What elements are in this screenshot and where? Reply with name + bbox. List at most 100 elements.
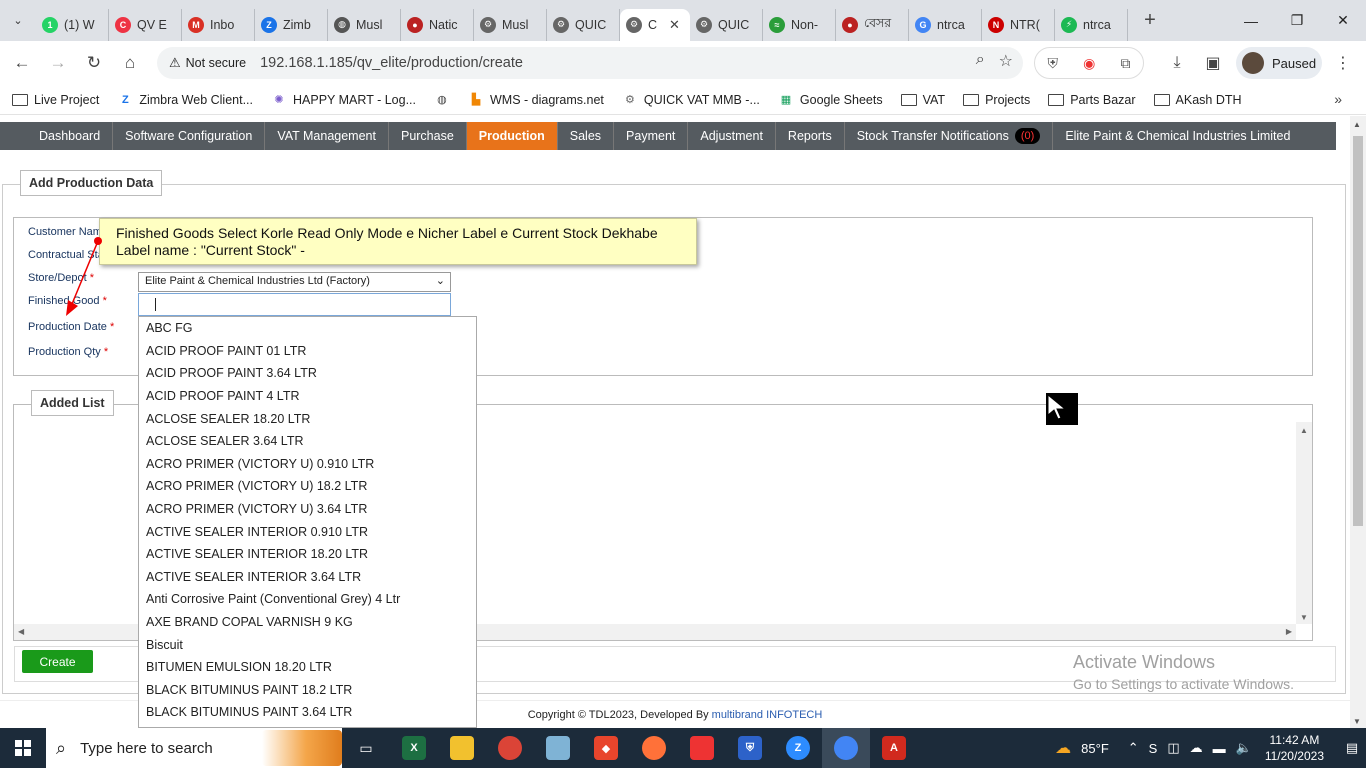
taskbar-clock[interactable]: 11:42 AM 11/20/2023 [1265, 732, 1324, 764]
nav-item[interactable]: Sales [558, 122, 615, 150]
dropdown-option[interactable]: ACID PROOF PAINT 4 LTR [139, 385, 476, 408]
volume-icon[interactable]: 🔈 [1236, 740, 1252, 756]
dropdown-option[interactable]: ABC FG [139, 317, 476, 340]
browser-tab[interactable]: M Inbo [182, 8, 255, 41]
minimize-button[interactable]: — [1228, 0, 1274, 41]
browser-tab[interactable]: ⚙ Musl [474, 8, 547, 41]
nav-item[interactable]: Production [466, 122, 558, 150]
scroll-up-icon[interactable]: ▲ [1300, 426, 1308, 435]
back-arrow-icon[interactable]: ← [4, 45, 40, 81]
nav-item[interactable]: Software Configuration [113, 122, 266, 150]
battery-icon[interactable]: ▬ [1213, 741, 1226, 756]
browser-tab[interactable]: ≈ Non- [763, 8, 836, 41]
bookmark-item[interactable]: ⚙ QUICK VAT MMB -... [622, 93, 760, 107]
notification-center-icon[interactable]: ▤ [1338, 728, 1366, 768]
chrome-active-app-icon[interactable] [822, 728, 870, 768]
browser-tab[interactable]: ⚙ QUIC [547, 8, 620, 41]
bookmark-item[interactable]: ✺ HAPPY MART - Log... [271, 93, 416, 107]
bookmark-star-icon[interactable]: ☆ [999, 51, 1013, 71]
browser-tab[interactable]: Gntrca [909, 8, 982, 41]
notepad-app-icon[interactable] [534, 728, 582, 768]
dropdown-option[interactable]: ACRO PRIMER (VICTORY U) 3.64 LTR [139, 498, 476, 521]
browser-tab[interactable]: ● বেসর [836, 8, 909, 41]
onedrive-icon[interactable]: ☁ [1190, 740, 1203, 756]
dropdown-option[interactable]: ACTIVE SEALER INTERIOR 18.20 LTR [139, 543, 476, 566]
bookmark-item[interactable]: Parts Bazar [1048, 93, 1136, 107]
dropdown-option[interactable]: ACID PROOF PAINT 3.64 LTR [139, 362, 476, 385]
red-extension-icon[interactable]: ◉ [1083, 55, 1095, 72]
new-tab-button[interactable]: + [1136, 7, 1164, 35]
close-tab-icon[interactable]: ✕ [669, 17, 680, 33]
chrome-app-icon[interactable] [486, 728, 534, 768]
profile-paused-button[interactable]: Paused [1236, 47, 1322, 79]
dropdown-option[interactable]: Anti Corrosive Paint (Conventional Grey)… [139, 588, 476, 611]
page-scroll-thumb[interactable] [1353, 136, 1363, 526]
dropdown-option[interactable]: AXE BRAND COPAL VARNISH 9 KG [139, 611, 476, 634]
zoom-icon[interactable]: ⌕ [976, 51, 985, 71]
close-window-button[interactable]: ✕ [1320, 0, 1366, 41]
browser-tab[interactable]: ● Natic [401, 8, 474, 41]
puzzle-extension-icon[interactable]: ⧉ [1120, 55, 1130, 72]
page-vertical-scrollbar[interactable]: ▲ ▼ [1350, 116, 1366, 728]
browser-tab[interactable]: Z Zimb [255, 8, 328, 41]
dropdown-option[interactable]: BLACK BITUMINUS PAINT 3.64 LTR [139, 701, 476, 724]
bookmark-item[interactable]: AKash DTH [1153, 93, 1242, 107]
address-bar[interactable]: ⚠ Not secure 192.168.1.185/qv_elite/prod… [157, 47, 1023, 79]
dropdown-option[interactable]: ACTIVE SEALER INTERIOR 0.910 LTR [139, 520, 476, 543]
dropdown-option[interactable]: ACLOSE SEALER 18.20 LTR [139, 407, 476, 430]
bookmark-item[interactable]: ◍ [434, 93, 450, 107]
bookmark-item[interactable]: Live Project [12, 93, 99, 107]
weather-temp[interactable]: 85°F [1081, 741, 1109, 756]
scroll-right-icon[interactable]: ▶ [1286, 627, 1292, 636]
zoom-app-icon[interactable]: Z [774, 728, 822, 768]
url-text[interactable]: 192.168.1.185/qv_elite/production/create [260, 55, 523, 71]
dropdown-option[interactable]: ACID PROOF PAINT 01 LTR [139, 340, 476, 363]
download-icon[interactable]: ⤓ [1163, 49, 1191, 77]
finished-good-search-input[interactable] [138, 293, 451, 316]
create-button[interactable]: Create [22, 650, 93, 673]
weather-icon[interactable]: ☁ [1055, 738, 1071, 758]
firefox-app-icon[interactable] [630, 728, 678, 768]
side-panel-icon[interactable]: ▣ [1199, 49, 1227, 77]
meet-icon[interactable]: ◫ [1167, 740, 1179, 756]
scroll-left-icon[interactable]: ◀ [18, 627, 24, 636]
anydesk-app-icon[interactable]: ◆ [582, 728, 630, 768]
browser-tab[interactable]: 1 (1) W [36, 8, 109, 41]
dropdown-option[interactable]: ACRO PRIMER (VICTORY U) 0.910 LTR [139, 453, 476, 476]
acrobat-app-icon[interactable]: A [870, 728, 918, 768]
store-depot-select[interactable]: Elite Paint & Chemical Industries Ltd (F… [138, 272, 451, 292]
page-scroll-up-icon[interactable]: ▲ [1353, 120, 1361, 129]
developer-link[interactable]: multibrand INFOTECH [712, 709, 823, 721]
excel-app-icon[interactable]: X [390, 728, 438, 768]
list-vertical-scrollbar[interactable]: ▲ ▼ [1296, 422, 1312, 624]
taskbar-search-box[interactable]: ⌕ Type here to search [46, 728, 342, 768]
nav-item[interactable]: Dashboard [27, 122, 114, 150]
skype-icon[interactable]: S [1149, 741, 1158, 756]
bookmark-item[interactable]: ▦ Google Sheets [778, 93, 883, 107]
nav-item[interactable]: Reports [776, 122, 845, 150]
dropdown-option[interactable]: ACTIVE SEALER INTERIOR 3.64 LTR [139, 566, 476, 589]
bookmarks-overflow-icon[interactable]: » [1334, 91, 1342, 107]
forward-arrow-icon[interactable]: → [40, 45, 76, 81]
nav-item[interactable]: Adjustment [688, 122, 776, 150]
bookmark-item[interactable]: Projects [963, 93, 1030, 107]
browser-tab[interactable]: ◍ Musl [328, 8, 401, 41]
start-button[interactable] [0, 728, 46, 768]
restore-button[interactable]: ❐ [1274, 0, 1320, 41]
dropdown-option[interactable]: BITUMEN EMULSION 18.20 LTR [139, 656, 476, 679]
browser-tab[interactable]: C QV E [109, 8, 182, 41]
bookmark-item[interactable]: Z Zimbra Web Client... [117, 93, 253, 107]
bookmark-item[interactable]: ▙ WMS - diagrams.net [468, 93, 604, 107]
brave-app-icon[interactable]: ⛨ [726, 728, 774, 768]
browser-tab[interactable]: ⚙ C ✕ [620, 8, 690, 41]
tab-search-chevron-icon[interactable]: ⌄ [0, 0, 36, 41]
file-explorer-icon[interactable] [438, 728, 486, 768]
nav-item[interactable]: Payment [614, 122, 689, 150]
browser-tab[interactable]: N NTR( [982, 8, 1055, 41]
nav-item[interactable]: VAT Management [265, 122, 389, 150]
browser-tab[interactable]: ⚙ QUIC [690, 8, 763, 41]
home-icon[interactable]: ⌂ [112, 45, 148, 81]
nav-item[interactable]: Purchase [389, 122, 467, 150]
reload-icon[interactable]: ↻ [76, 45, 112, 81]
dropdown-option[interactable]: Biscuit [139, 633, 476, 656]
